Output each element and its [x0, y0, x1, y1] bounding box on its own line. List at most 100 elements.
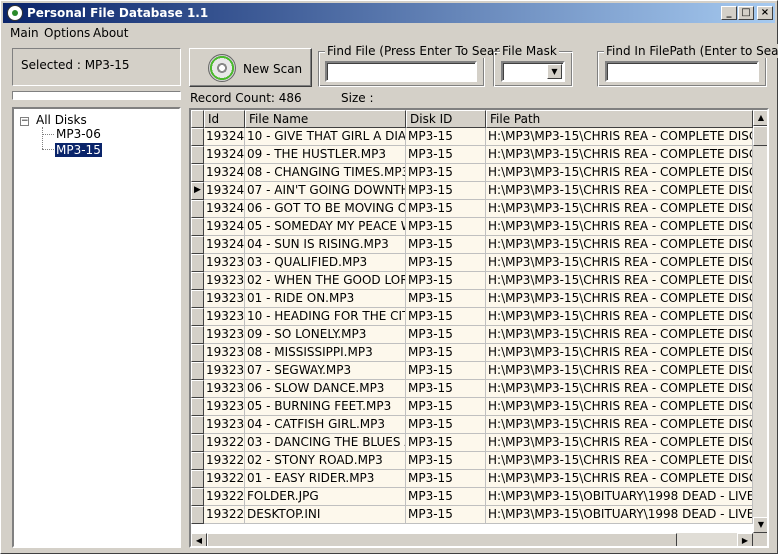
cell-id[interactable]: 193239 [204, 254, 245, 272]
cell-id[interactable]: 193235 [204, 326, 245, 344]
cell-file-path[interactable]: H:\MP3\MP3-15\CHRIS REA - COMPLETE DISCO… [486, 470, 753, 488]
column-header-file-path[interactable]: File Path [486, 110, 753, 128]
cell-disk-id[interactable]: MP3-15 [406, 398, 486, 416]
cell-id[interactable]: 193237 [204, 290, 245, 308]
cell-disk-id[interactable]: MP3-15 [406, 308, 486, 326]
cell-disk-id[interactable]: MP3-15 [406, 416, 486, 434]
table-row[interactable]: 19323701 - RIDE ON.MP3MP3-15H:\MP3\MP3-1… [191, 290, 753, 308]
table-row[interactable]: 19323509 - SO LONELY.MP3MP3-15H:\MP3\MP3… [191, 326, 753, 344]
cell-disk-id[interactable]: MP3-15 [406, 182, 486, 200]
cell-file-path[interactable]: H:\MP3\MP3-15\CHRIS REA - COMPLETE DISCO… [486, 182, 753, 200]
cell-disk-id[interactable]: MP3-15 [406, 470, 486, 488]
cell-file-name[interactable]: DESKTOP.INI [245, 506, 406, 524]
table-row[interactable]: 19323105 - BURNING FEET.MP3MP3-15H:\MP3\… [191, 398, 753, 416]
cell-id[interactable]: 193244 [204, 164, 245, 182]
cell-file-name[interactable]: 03 - QUALIFIED.MP3 [245, 254, 406, 272]
file-grid[interactable]: Id File Name Disk ID File Path 19324610 … [189, 108, 769, 548]
cell-file-path[interactable]: H:\MP3\MP3-15\CHRIS REA - COMPLETE DISCO… [486, 128, 753, 146]
cell-disk-id[interactable]: MP3-15 [406, 254, 486, 272]
cell-file-path[interactable]: H:\MP3\MP3-15\CHRIS REA - COMPLETE DISCO… [486, 452, 753, 470]
cell-file-name[interactable]: 06 - GOT TO BE MOVING ON.MP3 [245, 200, 406, 218]
table-row[interactable]: 19324206 - GOT TO BE MOVING ON.MP3MP3-15… [191, 200, 753, 218]
horizontal-scrollbar[interactable]: ◀ ▶ [191, 533, 753, 546]
row-indicator[interactable] [191, 380, 204, 398]
cell-file-name[interactable]: 08 - MISSISSIPPI.MP3 [245, 344, 406, 362]
cell-disk-id[interactable]: MP3-15 [406, 506, 486, 524]
row-indicator[interactable] [191, 434, 204, 452]
find-in-path-input[interactable] [605, 61, 759, 82]
cell-file-path[interactable]: H:\MP3\MP3-15\CHRIS REA - COMPLETE DISCO… [486, 326, 753, 344]
table-row[interactable]: 19323004 - CATFISH GIRL.MP3MP3-15H:\MP3\… [191, 416, 753, 434]
dropdown-arrow-icon[interactable]: ▼ [547, 64, 562, 79]
table-row[interactable]: 19323903 - QUALIFIED.MP3MP3-15H:\MP3\MP3… [191, 254, 753, 272]
scroll-right-icon[interactable]: ▶ [737, 533, 753, 546]
row-indicator[interactable] [191, 452, 204, 470]
find-file-input[interactable] [325, 61, 477, 82]
cell-file-name[interactable]: FOLDER.JPG [245, 488, 406, 506]
cell-id[interactable]: 193230 [204, 416, 245, 434]
row-indicator[interactable] [191, 326, 204, 344]
maximize-button[interactable]: □ [738, 6, 754, 20]
cell-file-path[interactable]: H:\MP3\MP3-15\OBITUARY\1998 DEAD - LIVE\… [486, 506, 753, 524]
cell-id[interactable]: 193245 [204, 146, 245, 164]
row-indicator[interactable] [191, 146, 204, 164]
cell-file-path[interactable]: H:\MP3\MP3-15\CHRIS REA - COMPLETE DISCO… [486, 308, 753, 326]
menu-main[interactable]: Main [10, 26, 39, 40]
cell-id[interactable]: 193238 [204, 272, 245, 290]
row-indicator[interactable] [191, 164, 204, 182]
close-button[interactable]: × [757, 6, 773, 20]
cell-disk-id[interactable]: MP3-15 [406, 380, 486, 398]
column-header-file-name[interactable]: File Name [245, 110, 406, 128]
row-indicator[interactable] [191, 218, 204, 236]
current-row-pointer-icon[interactable]: ▶ [191, 182, 204, 200]
disk-tree[interactable]: − All Disks MP3-06 MP3-15 [12, 107, 181, 548]
row-indicator[interactable] [191, 488, 204, 506]
cell-file-name[interactable]: 08 - CHANGING TIMES.MP3 [245, 164, 406, 182]
table-row[interactable]: 193226FOLDER.JPGMP3-15H:\MP3\MP3-15\OBIT… [191, 488, 753, 506]
file-mask-combo[interactable]: ▼ [501, 61, 565, 82]
cell-file-name[interactable]: 10 - GIVE THAT GIRL A DIAMOND.MP3 [245, 128, 406, 146]
cell-file-path[interactable]: H:\MP3\MP3-15\CHRIS REA - COMPLETE DISCO… [486, 218, 753, 236]
table-row[interactable]: 19324509 - THE HUSTLER.MP3MP3-15H:\MP3\M… [191, 146, 753, 164]
cell-file-name[interactable]: 01 - EASY RIDER.MP3 [245, 470, 406, 488]
menu-about[interactable]: About [93, 26, 128, 40]
cell-file-name[interactable]: 01 - RIDE ON.MP3 [245, 290, 406, 308]
cell-id[interactable]: 193243 [204, 182, 245, 200]
cell-file-path[interactable]: H:\MP3\MP3-15\CHRIS REA - COMPLETE DISCO… [486, 164, 753, 182]
cell-disk-id[interactable]: MP3-15 [406, 200, 486, 218]
vertical-scrollbar[interactable]: ▲ ▼ [753, 110, 767, 533]
cell-id[interactable]: 193227 [204, 470, 245, 488]
cell-disk-id[interactable]: MP3-15 [406, 488, 486, 506]
cell-file-path[interactable]: H:\MP3\MP3-15\CHRIS REA - COMPLETE DISCO… [486, 362, 753, 380]
table-row[interactable]: 19322903 - DANCING THE BLUES AWAYMP3-15H… [191, 434, 753, 452]
cell-disk-id[interactable]: MP3-15 [406, 290, 486, 308]
row-indicator[interactable] [191, 362, 204, 380]
cell-disk-id[interactable]: MP3-15 [406, 164, 486, 182]
cell-disk-id[interactable]: MP3-15 [406, 452, 486, 470]
cell-id[interactable]: 193229 [204, 434, 245, 452]
row-indicator[interactable] [191, 344, 204, 362]
cell-id[interactable]: 193226 [204, 488, 245, 506]
cell-disk-id[interactable]: MP3-15 [406, 236, 486, 254]
scroll-down-icon[interactable]: ▼ [753, 517, 767, 533]
minimize-button[interactable]: _ [721, 6, 737, 20]
table-row[interactable]: 19323307 - SEGWAY.MP3MP3-15H:\MP3\MP3-15… [191, 362, 753, 380]
cell-id[interactable]: 193225 [204, 506, 245, 524]
cell-id[interactable]: 193234 [204, 344, 245, 362]
cell-disk-id[interactable]: MP3-15 [406, 326, 486, 344]
horizontal-scroll-thumb[interactable] [207, 533, 677, 546]
cell-file-name[interactable]: 02 - WHEN THE GOOD LORD TALKS [245, 272, 406, 290]
row-indicator[interactable] [191, 290, 204, 308]
cell-file-path[interactable]: H:\MP3\MP3-15\CHRIS REA - COMPLETE DISCO… [486, 236, 753, 254]
cell-file-path[interactable]: H:\MP3\MP3-15\CHRIS REA - COMPLETE DISCO… [486, 146, 753, 164]
menu-options[interactable]: Options [44, 26, 90, 40]
cell-disk-id[interactable]: MP3-15 [406, 434, 486, 452]
cell-file-path[interactable]: H:\MP3\MP3-15\CHRIS REA - COMPLETE DISCO… [486, 416, 753, 434]
cell-file-name[interactable]: 05 - SOMEDAY MY PEACE WILL COME [245, 218, 406, 236]
scroll-up-icon[interactable]: ▲ [753, 110, 767, 126]
cell-file-name[interactable]: 06 - SLOW DANCE.MP3 [245, 380, 406, 398]
vertical-scroll-thumb[interactable] [753, 126, 767, 146]
collapse-icon[interactable]: − [20, 117, 29, 126]
cell-file-path[interactable]: H:\MP3\MP3-15\CHRIS REA - COMPLETE DISCO… [486, 398, 753, 416]
table-row[interactable]: 19323610 - HEADING FOR THE CITY.MP3MP3-1… [191, 308, 753, 326]
